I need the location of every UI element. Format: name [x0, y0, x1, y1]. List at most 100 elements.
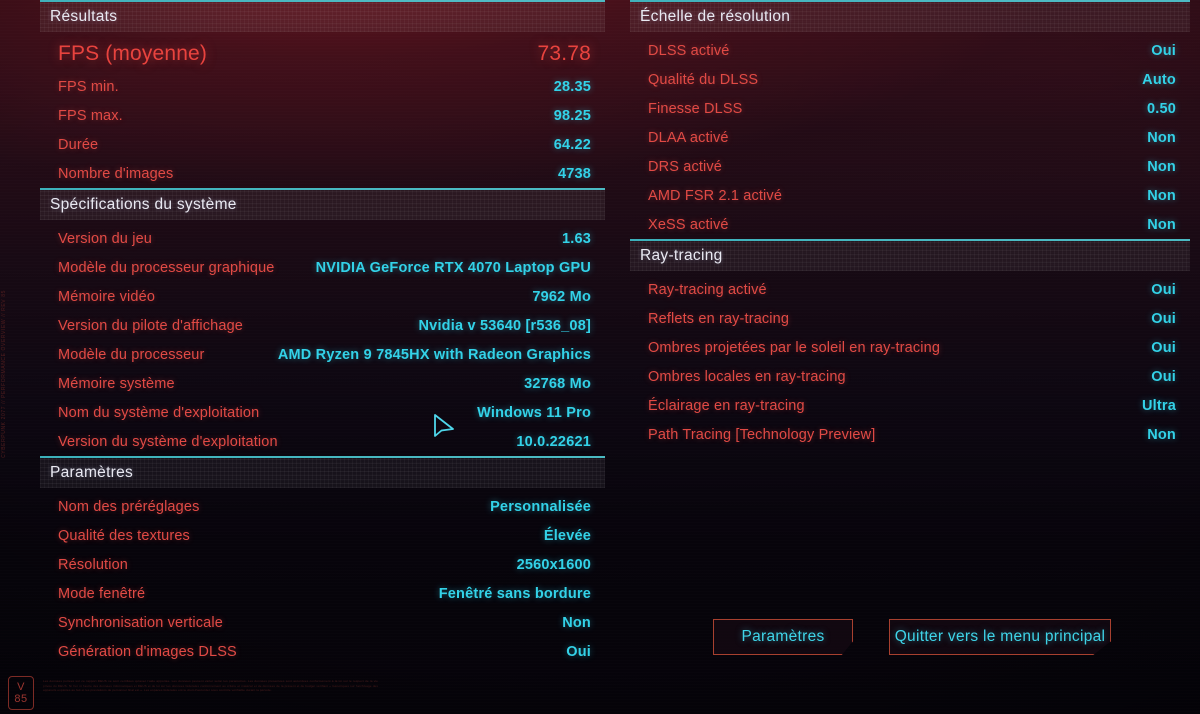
stat-label: Éclairage en ray-tracing	[648, 397, 805, 414]
section: Résultats FPS (moyenne) 73.78 FPS min. 28.35…	[40, 0, 605, 188]
section-rows: Nom des préréglages Personnalisée Qualité …	[40, 488, 605, 666]
stat-row: Synchronisation verticale Non	[40, 608, 605, 637]
stat-label: Qualité du DLSS	[648, 71, 759, 88]
section-divider	[630, 239, 1190, 241]
stat-row: Finesse DLSS 0.50	[630, 94, 1190, 123]
stat-row: Génération d'images DLSS Oui	[40, 637, 605, 666]
section-header: Paramètres	[40, 458, 605, 488]
stat-label: Path Tracing [Technology Preview]	[648, 426, 876, 443]
stat-label: Génération d'images DLSS	[58, 643, 237, 660]
section-title: Paramètres	[50, 464, 134, 481]
settings-button[interactable]: Paramètres	[713, 619, 853, 655]
stat-row: FPS max. 98.25	[40, 101, 605, 130]
version-badge: V 85	[8, 676, 34, 710]
stat-value: 0.50	[1146, 100, 1176, 117]
stat-label: Qualité des textures	[58, 527, 190, 544]
stat-value: Non	[1147, 129, 1176, 146]
section-divider	[40, 0, 605, 2]
stat-row: Durée 64.22	[40, 130, 605, 159]
stat-row: XeSS activé Non	[630, 210, 1190, 239]
stat-value: Non	[1147, 426, 1176, 443]
stat-row: Modèle du processeur graphique NVIDIA GeF…	[40, 253, 605, 282]
stat-label: Modèle du processeur	[58, 346, 205, 363]
stat-row: FPS (moyenne) 73.78	[40, 36, 605, 72]
stat-value: Auto	[1142, 71, 1176, 88]
stat-label: Durée	[58, 136, 99, 153]
stat-row: Résolution 2560x1600	[40, 550, 605, 579]
stat-value: Fenêtré sans bordure	[438, 585, 591, 602]
stat-label: XeSS activé	[648, 216, 729, 233]
stat-row: Qualité des textures Élevée	[40, 521, 605, 550]
stat-value: 73.78	[537, 42, 591, 65]
footer: V 85 Les données portées sur ce rapport …	[8, 676, 378, 710]
stat-label: Version du pilote d'affichage	[58, 317, 244, 334]
stat-row: Qualité du DLSS Auto	[630, 65, 1190, 94]
stat-value: 7962 Mo	[532, 288, 591, 305]
stat-value: Élevée	[543, 527, 591, 544]
stat-value: AMD Ryzen 9 7845HX with Radeon Graphics	[277, 346, 591, 363]
stat-value: Personnalisée	[490, 498, 591, 515]
stat-label: Résolution	[58, 556, 129, 573]
stat-value: 28.35	[553, 78, 591, 95]
button-bar: Paramètres Quitter vers le menu principa…	[713, 619, 1113, 655]
stat-value: Oui	[1151, 310, 1176, 327]
version-badge-line2: 85	[14, 693, 28, 705]
stat-row: Ray-tracing activé Oui	[630, 275, 1190, 304]
stat-label: DLAA activé	[648, 129, 729, 146]
stat-label: Mode fenêtré	[58, 585, 146, 602]
stat-label: DRS activé	[648, 158, 723, 175]
section-header: Résultats	[40, 2, 605, 32]
stat-row: Mémoire système 32768 Mo	[40, 369, 605, 398]
section: Spécifications du système Version du jeu 1…	[40, 188, 605, 456]
stat-label: Nombre d'images	[58, 165, 174, 182]
stat-value: Non	[562, 614, 591, 631]
section-title: Résultats	[50, 8, 118, 25]
stat-value: 2560x1600	[516, 556, 591, 573]
stat-row: DLAA activé Non	[630, 123, 1190, 152]
stat-row: Modèle du processeur AMD Ryzen 9 7845HX w…	[40, 340, 605, 369]
stat-label: Version du système d'exploitation	[58, 433, 278, 450]
stat-value: Oui	[1151, 281, 1176, 298]
section-rows: Ray-tracing activé Oui Reflets en ray-trac…	[630, 271, 1190, 449]
stat-row: Nombre d'images 4738	[40, 159, 605, 188]
section-rows: FPS (moyenne) 73.78 FPS min. 28.35 FPS max. 9…	[40, 32, 605, 188]
version-badge-line1: V	[17, 681, 25, 693]
stat-label: Finesse DLSS	[648, 100, 743, 117]
stat-value: Oui	[1151, 339, 1176, 356]
stat-value: Oui	[566, 643, 591, 660]
stat-label: FPS (moyenne)	[58, 42, 208, 65]
stat-row: Version du pilote d'affichage Nvidia v 53…	[40, 311, 605, 340]
stat-row: Mode fenêtré Fenêtré sans bordure	[40, 579, 605, 608]
section-divider	[630, 0, 1190, 2]
stat-label: Nom des préréglages	[58, 498, 200, 515]
stat-value: 4738	[557, 165, 591, 182]
legal-disclaimer-text: Les données portées sur ce rapport DEUS …	[43, 679, 378, 693]
section-title: Ray-tracing	[640, 247, 723, 264]
section-title: Échelle de résolution	[640, 8, 791, 25]
stat-label: Nom du système d'exploitation	[58, 404, 260, 421]
stat-label: FPS min.	[58, 78, 119, 95]
section-rows: Version du jeu 1.63 Modèle du processeur g…	[40, 220, 605, 456]
section-header: Spécifications du système	[40, 190, 605, 220]
stat-value: Oui	[1151, 42, 1176, 59]
stat-row: Ombres projetées par le soleil en ray-tr…	[630, 333, 1190, 362]
section-divider	[40, 456, 605, 458]
stat-value: NVIDIA GeForce RTX 4070 Laptop GPU	[315, 259, 591, 276]
stat-row: Version du système d'exploitation 10.0.22…	[40, 427, 605, 456]
stat-row: Nom des préréglages Personnalisée	[40, 492, 605, 521]
edge-decoration-text: CYBERPUNK 2077 // PERFORMANCE OVERVIEW /…	[1, 290, 7, 458]
stat-value: Ultra	[1141, 397, 1176, 414]
stat-value: Nvidia v 53640 [r536_08]	[418, 317, 591, 334]
stat-row: Mémoire vidéo 7962 Mo	[40, 282, 605, 311]
stat-label: AMD FSR 2.1 activé	[648, 187, 783, 204]
stat-label: FPS max.	[58, 107, 123, 124]
stat-row: Reflets en ray-tracing Oui	[630, 304, 1190, 333]
section: Ray-tracing Ray-tracing activé Oui Reflets …	[630, 239, 1190, 449]
stat-label: Modèle du processeur graphique	[58, 259, 275, 276]
stat-row: DLSS activé Oui	[630, 36, 1190, 65]
stat-row: Version du jeu 1.63	[40, 224, 605, 253]
stat-value: 1.63	[561, 230, 591, 247]
section-title: Spécifications du système	[50, 196, 237, 213]
stat-value: Oui	[1151, 368, 1176, 385]
quit-to-main-menu-button[interactable]: Quitter vers le menu principal	[889, 619, 1111, 655]
